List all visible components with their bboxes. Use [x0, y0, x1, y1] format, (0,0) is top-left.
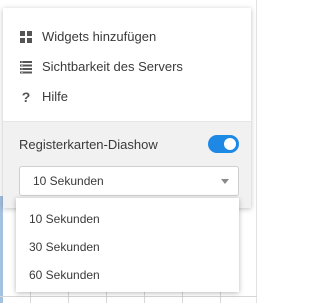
background-border [256, 0, 257, 303]
background-ticks [30, 292, 230, 303]
server-list-icon [19, 60, 33, 74]
settings-menu: Widgets hinzufügen Sichtbarkeit des Serv… [3, 8, 251, 208]
chevron-down-icon [221, 179, 229, 184]
grid-icon [19, 30, 33, 44]
dropdown-option-30[interactable]: 30 Sekunden [16, 234, 239, 260]
slideshow-toggle[interactable] [208, 135, 239, 153]
background-chart-line [0, 196, 3, 303]
menu-item-add-widgets[interactable]: Widgets hinzufügen [3, 22, 251, 52]
dropdown-option-60[interactable]: 60 Sekunden [16, 262, 239, 288]
menu-item-server-visibility[interactable]: Sichtbarkeit des Servers [3, 52, 251, 82]
menu-item-label: Widgets hinzufügen [42, 29, 157, 44]
question-icon: ? [21, 89, 31, 105]
select-value: 10 Sekunden [33, 174, 104, 188]
slideshow-label: Registerkarten-Diashow [19, 137, 158, 152]
menu-item-label: Sichtbarkeit des Servers [42, 59, 183, 74]
menu-item-help[interactable]: ? Hilfe [3, 82, 251, 112]
dropdown-option-label: 30 Sekunden [29, 240, 100, 254]
dropdown-option-label: 60 Sekunden [29, 268, 100, 282]
dropdown-option-10[interactable]: 10 Sekunden [16, 206, 239, 232]
menu-item-label: Hilfe [42, 89, 69, 104]
dropdown-option-label: 10 Sekunden [29, 212, 100, 226]
toggle-knob [224, 138, 236, 150]
interval-dropdown-list: 10 Sekunden 30 Sekunden 60 Sekunden [16, 198, 239, 292]
slideshow-interval-select[interactable]: 10 Sekunden [19, 166, 239, 196]
